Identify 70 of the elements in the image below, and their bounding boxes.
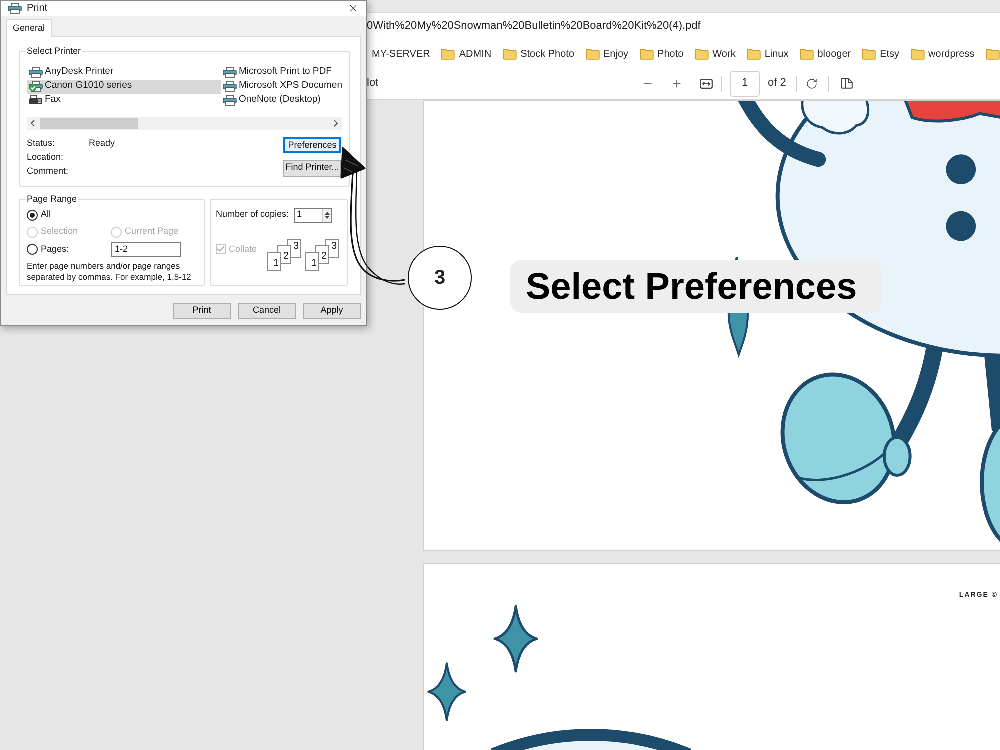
bookmark-folder[interactable]	[986, 48, 1000, 60]
address-field[interactable]: 0With%20My%20Snowman%20Bulletin%20Board%20Kit%20(4).pdf	[365, 12, 1000, 40]
radio-label: Current Page	[125, 225, 179, 238]
printer-item[interactable]: Canon G1010 series	[27, 80, 221, 94]
close-icon	[348, 3, 358, 14]
page-range-hint: Enter page numbers and/or page ranges separated by commas. For example, 1,5-12	[27, 261, 192, 282]
bookmark-folder[interactable]: ADMIN	[441, 46, 492, 62]
folder-icon	[746, 48, 761, 60]
radio-label: All	[41, 208, 52, 222]
dialog-button[interactable]: Apply	[303, 303, 361, 319]
printer-item[interactable]: AnyDesk Printer	[27, 66, 221, 80]
folder-icon	[586, 48, 600, 60]
info-value: Ready	[89, 136, 116, 150]
printer-item[interactable]: Microsoft Print to PDF	[221, 66, 342, 80]
plus-icon	[671, 78, 683, 90]
info-label: Status:	[27, 136, 56, 150]
bookmark-folder[interactable]: blooger	[800, 46, 852, 62]
folder-icon	[986, 48, 1000, 60]
sparkle-icon	[493, 604, 539, 674]
bookmark-folder[interactable]: Enjoy	[586, 46, 629, 62]
printer-item[interactable]: Microsoft XPS Documen	[221, 80, 342, 94]
checkmark-icon	[217, 246, 225, 252]
info-label: Location:	[27, 150, 65, 164]
copies-label: Number of copies:	[216, 208, 290, 222]
caret-up-icon	[324, 212, 330, 214]
horizontal-scrollbar[interactable]	[27, 116, 342, 130]
printer-item[interactable]: Fax	[27, 94, 221, 108]
scrollbar-thumb[interactable]	[40, 118, 138, 128]
dialog-button[interactable]: Print	[173, 303, 231, 319]
dialog-button[interactable]: Cancel	[238, 303, 296, 319]
radio-button[interactable]	[27, 244, 38, 255]
folder-icon	[441, 48, 456, 60]
document-title: lot	[367, 77, 379, 90]
radio-button[interactable]	[27, 210, 38, 220]
info-label: Comment:	[27, 164, 70, 178]
folder-icon	[694, 48, 709, 60]
preferences-button[interactable]: Preferences	[283, 136, 342, 152]
folder-icon	[910, 48, 925, 60]
pages-field[interactable]: 1-2	[111, 242, 181, 257]
page-count: of 2	[768, 76, 786, 92]
tab[interactable]: General	[6, 19, 52, 37]
checkbox-label: Collate	[229, 242, 258, 256]
bookmark-folder[interactable]: Stock Photo	[502, 46, 575, 62]
bookmark-folder[interactable]: Work	[694, 46, 736, 62]
group-label: Select Printer	[26, 45, 82, 58]
sparkle-icon	[426, 662, 468, 722]
fit-width-icon	[700, 78, 712, 88]
group-label: Page Range	[26, 192, 78, 206]
page-view-icon	[841, 78, 854, 89]
radio-label: Selection	[41, 225, 78, 238]
folder-icon	[640, 48, 654, 60]
radio-label: Pages:	[41, 242, 70, 256]
caret-down-icon	[324, 216, 330, 218]
folder-icon	[502, 48, 517, 60]
page-number-field[interactable]: 1	[730, 70, 760, 96]
page-thumbnail: 1	[267, 252, 281, 270]
bookmark-folder[interactable]: wordpress	[910, 46, 975, 62]
folder-icon	[800, 48, 814, 60]
rotate-icon	[806, 78, 818, 90]
step-caption: Select Preferences	[510, 260, 882, 313]
folder-icon	[862, 48, 876, 60]
bookmark-folder[interactable]: Linux	[746, 46, 789, 62]
page-thumbnail: 1	[305, 252, 319, 270]
find-printer-button[interactable]: Find Printer...	[283, 160, 342, 176]
bookmark-link[interactable]: MY-SERVER	[372, 46, 430, 62]
bookmark-folder[interactable]: Etsy	[862, 46, 900, 62]
dialog-title: Print	[27, 2, 48, 16]
copies-field[interactable]: 1	[294, 208, 332, 222]
bookmark-folder[interactable]: Photo	[640, 46, 684, 62]
printer-item[interactable]: OneNote (Desktop)	[221, 94, 342, 108]
